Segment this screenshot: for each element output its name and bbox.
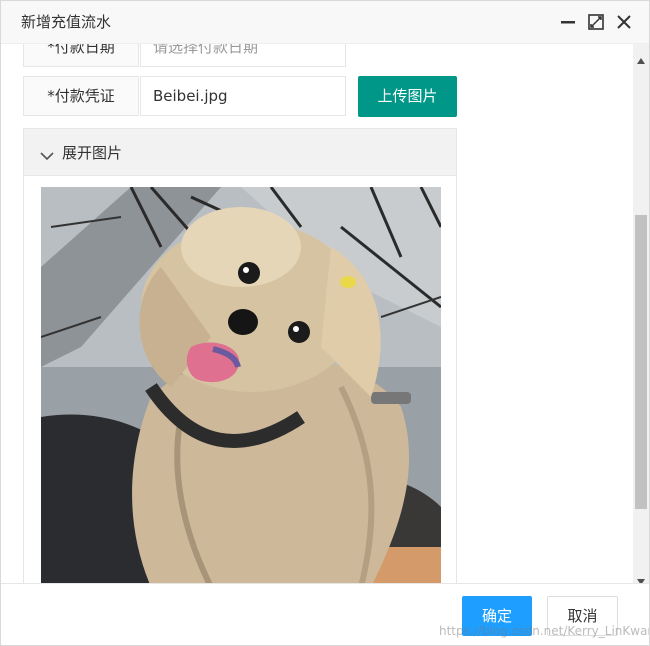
dialog-footer: 确定 取消 https://blog.csdn.net/Kerry_LinKwa… (1, 583, 650, 645)
minimize-icon[interactable] (559, 13, 577, 31)
image-collapse-panel: 展开图片 (23, 128, 457, 583)
payment-voucher-label: *付款凭证 (23, 76, 139, 116)
vertical-scrollbar[interactable] (633, 44, 649, 585)
dialog-title: 新增充值流水 (21, 13, 112, 31)
scrollbar-thumb[interactable] (635, 215, 647, 509)
payment-date-label: *付款日期 (23, 44, 139, 67)
collapse-header[interactable]: 展开图片 (24, 129, 456, 176)
watermark-text: https://blog.csdn.net/Kerry_LinKwan (439, 624, 650, 638)
collapse-title: 展开图片 (62, 144, 123, 162)
payment-voucher-input[interactable]: Beibei.jpg (140, 76, 346, 116)
maximize-icon[interactable] (587, 13, 605, 31)
upload-image-button[interactable]: 上传图片 (358, 76, 457, 117)
dialog-titlebar[interactable]: 新增充值流水 (1, 1, 649, 44)
chevron-down-icon (40, 146, 54, 165)
voucher-image (41, 187, 441, 583)
dialog-content: *付款日期 请选择付款日期 *付款凭证 Beibei.jpg 上传图片 展开图片 (1, 44, 633, 583)
payment-date-input[interactable]: 请选择付款日期 (140, 44, 346, 67)
dialog-window: 新增充值流水 *付款日期 请选择付款日期 *付款凭证 Beibei.jpg 上传… (0, 0, 650, 646)
close-icon[interactable] (615, 13, 633, 31)
scroll-up-icon[interactable] (637, 49, 645, 68)
